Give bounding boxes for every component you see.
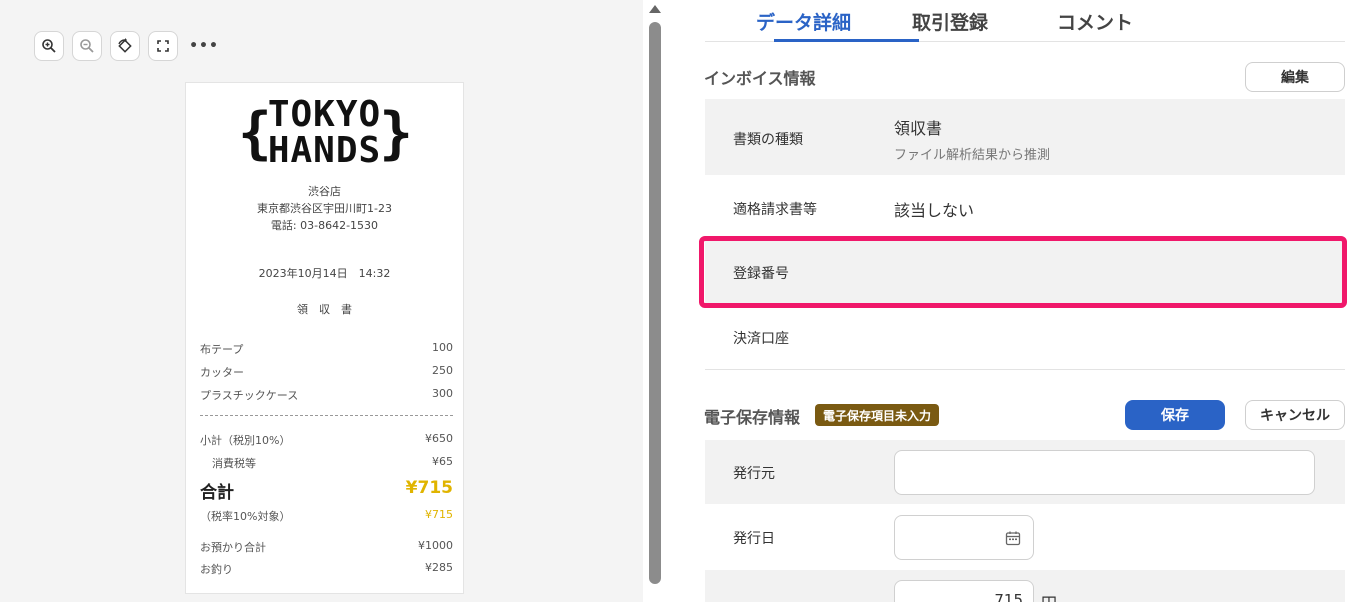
receipt-item-price: 300 <box>432 387 453 400</box>
receipt-taxable-value: ¥715 <box>425 508 453 521</box>
receipt-change: お釣り ¥285 <box>200 561 453 577</box>
document-viewer: ••• { } TOKYO HANDS 渋谷店 東京都渋谷区宇田川町1-23 電… <box>0 0 643 602</box>
active-tab-indicator <box>774 39 919 42</box>
receipt-item-name: カッター <box>200 366 244 379</box>
receipt-item: 布テープ 100 <box>200 341 453 357</box>
receipt-subtotal: 小計（税別10%） ¥650 <box>200 432 453 448</box>
receipt-item: プラスチックケース 300 <box>200 387 453 403</box>
amount-input-value: 715 <box>994 591 1023 602</box>
estorage-row-amount: 715 円 <box>705 570 1345 602</box>
edit-button[interactable]: 編集 <box>1245 62 1345 92</box>
receipt-datetime: 2023年10月14日 14:32 <box>258 267 391 280</box>
receipt-store: 渋谷店 <box>308 185 341 198</box>
invoice-section-title: インボイス情報 <box>704 69 816 88</box>
invoice-row-doc-type: 書類の種類 領収書 ファイル解析結果から推測 <box>705 99 1345 175</box>
receipt-address: 東京都渋谷区宇田川町1-23 <box>257 202 392 215</box>
invoice-row-qualified: 適格請求書等 該当しない <box>705 175 1345 239</box>
logo-brace-left: { <box>238 101 272 166</box>
zoom-in-button[interactable] <box>34 31 64 61</box>
receipt-subtotal-value: ¥650 <box>425 432 453 445</box>
qualified-label: 適格請求書等 <box>733 202 817 218</box>
receipt-total-label: 合計 <box>200 483 234 503</box>
receipt-paid-value: ¥1000 <box>418 539 453 552</box>
issuer-label: 発行元 <box>733 466 775 482</box>
receipt-item-name: 布テープ <box>200 343 244 356</box>
scroll-up-arrow-icon[interactable] <box>649 5 661 13</box>
tab-transaction-register[interactable]: 取引登録 <box>912 8 988 35</box>
rotate-button[interactable] <box>110 31 140 61</box>
calendar-icon[interactable] <box>1005 530 1021 546</box>
doc-type-value: 領収書 <box>894 119 943 138</box>
logo-line-1: TOKYO <box>267 94 382 135</box>
receipt-total-value: ¥715 <box>405 478 453 498</box>
section-divider <box>705 369 1345 370</box>
amount-unit: 円 <box>1041 590 1057 602</box>
receipt-tax: 消費税等 ¥65 <box>200 455 453 471</box>
receipt-paid-label: お預かり合計 <box>200 541 266 554</box>
issue-date-input[interactable] <box>894 515 1034 560</box>
invoice-row-payment-account: 決済口座 <box>705 306 1345 368</box>
logo-brace-right: } <box>379 101 413 166</box>
estorage-missing-badge: 電子保存項目未入力 <box>815 404 940 426</box>
zoom-in-icon <box>42 39 56 53</box>
receipt-taxable: （税率10%対象） ¥715 <box>200 508 453 524</box>
more-options-button[interactable]: ••• <box>186 31 222 61</box>
receipt-item: カッター 250 <box>200 364 453 380</box>
rotate-icon <box>118 38 132 53</box>
receipt-item-name: プラスチックケース <box>200 389 299 402</box>
receipt-doc-title: 領 収 書 <box>297 303 352 316</box>
qualified-value: 該当しない <box>894 201 975 220</box>
zoom-out-button[interactable] <box>72 31 102 61</box>
fullscreen-button[interactable] <box>148 31 178 61</box>
receipt-tax-label: 消費税等 <box>212 457 256 470</box>
scrollbar-thumb[interactable] <box>649 22 661 584</box>
receipt-paid: お預かり合計 ¥1000 <box>200 539 453 555</box>
receipt-change-value: ¥285 <box>425 561 453 574</box>
receipt-tax-value: ¥65 <box>432 455 453 468</box>
estorage-section-title: 電子保存情報 <box>704 408 801 427</box>
amount-input[interactable]: 715 <box>894 580 1034 602</box>
issuer-input[interactable] <box>894 450 1315 495</box>
estorage-row-issuer: 発行元 <box>705 440 1345 504</box>
receipt-total: 合計 ¥715 <box>200 478 453 503</box>
receipt-logo: { } TOKYO HANDS <box>186 97 463 169</box>
receipt-change-label: お釣り <box>200 563 233 576</box>
registration-number-highlight <box>699 236 1347 308</box>
fullscreen-icon <box>157 40 169 52</box>
doc-type-hint: ファイル解析結果から推測 <box>894 148 1051 163</box>
save-button[interactable]: 保存 <box>1125 400 1225 430</box>
receipt-subtotal-label: 小計（税別10%） <box>200 434 291 447</box>
logo-line-2: HANDS <box>267 130 382 171</box>
viewer-toolbar: ••• <box>34 31 222 61</box>
zoom-out-icon <box>80 39 94 53</box>
tab-comments[interactable]: コメント <box>1057 8 1133 35</box>
tab-bar: データ詳細 取引登録 コメント <box>705 0 1345 42</box>
receipt-phone: 電話: 03-8642-1530 <box>270 219 379 232</box>
receipt-taxable-label: （税率10%対象） <box>200 510 291 523</box>
app-root: ••• { } TOKYO HANDS 渋谷店 東京都渋谷区宇田川町1-23 電… <box>0 0 1364 602</box>
receipt-item-price: 100 <box>432 341 453 354</box>
issue-date-label: 発行日 <box>733 531 775 547</box>
cancel-button[interactable]: キャンセル <box>1245 400 1345 430</box>
receipt-item-price: 250 <box>432 364 453 377</box>
estorage-row-date: 発行日 <box>705 505 1345 569</box>
receipt-separator <box>200 415 453 416</box>
payment-account-label: 決済口座 <box>733 331 789 347</box>
receipt-image: { } TOKYO HANDS 渋谷店 東京都渋谷区宇田川町1-23 電話: 0… <box>185 82 464 594</box>
tab-data-details[interactable]: データ詳細 <box>756 8 851 35</box>
doc-type-label: 書類の種類 <box>733 132 803 148</box>
